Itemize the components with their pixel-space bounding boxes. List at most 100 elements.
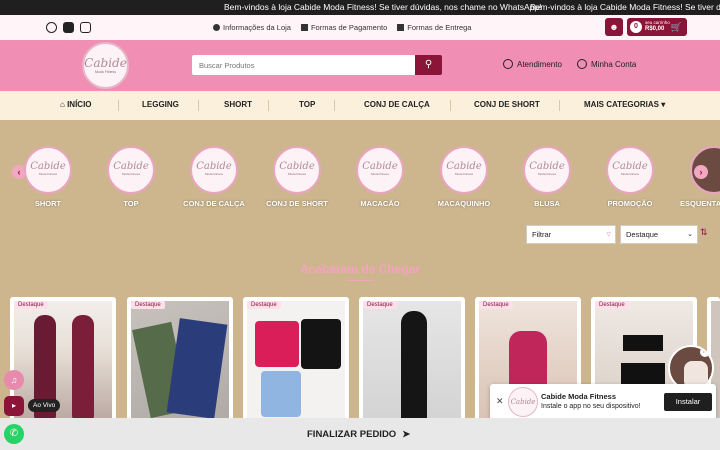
product-card[interactable]: Destaque	[243, 297, 349, 422]
product-badge: Destaque	[363, 301, 397, 309]
product-image	[363, 301, 461, 422]
nav-item-mais-categorias[interactable]: MAIS CATEGORIAS ▾	[584, 100, 665, 109]
app-logo-text: Cabide	[510, 398, 536, 406]
facebook-icon[interactable]	[63, 22, 74, 33]
store-info-links: Informações da Loja Formas de Pagamento …	[213, 23, 471, 32]
product-badge: Destaque	[595, 301, 629, 309]
payment-methods-link[interactable]: Formas de Pagamento	[300, 23, 388, 32]
search-button[interactable]: ⚲	[415, 55, 442, 75]
finalize-order-button[interactable]: FINALIZAR PEDIDO ➤	[307, 429, 410, 440]
cart-icon: 🛒	[670, 22, 682, 32]
product-card[interactable]: Destaque	[359, 297, 465, 422]
circle-logo-text: Cabide	[30, 161, 66, 172]
category-circle[interactable]: Cabide Moda Fitness	[606, 146, 654, 194]
category-label[interactable]: ESQUENTA	[680, 199, 720, 208]
shipping-methods-link[interactable]: Formas de Entrega	[397, 23, 471, 32]
search-icon: ⚲	[424, 59, 433, 70]
sort-order-icon[interactable]: ⇅	[700, 227, 708, 238]
install-button[interactable]: Instalar	[664, 393, 712, 411]
product-badge: Destaque	[131, 301, 165, 309]
section-divider	[346, 280, 374, 281]
circle-logo-sub: Moda Fitness	[620, 172, 639, 176]
user-button[interactable]: ☻	[605, 18, 623, 36]
finalize-order-label: FINALIZAR PEDIDO	[307, 429, 397, 440]
circle-logo-sub: Moda Fitness	[370, 172, 389, 176]
live-label[interactable]: Ao Vivo	[28, 399, 61, 412]
chevron-down-icon: ⌄	[687, 231, 693, 238]
category-circle[interactable]: Cabide Moda Fitness	[440, 146, 488, 194]
sort-select[interactable]: Destaque ⌄	[620, 225, 698, 244]
circle-logo-text: Cabide	[362, 161, 398, 172]
circle-logo-text: Cabide	[196, 161, 232, 172]
atendimento-link[interactable]: Atendimento	[503, 59, 562, 69]
filter-label: Filtrar	[532, 230, 552, 239]
product-card[interactable]: Destaque	[10, 297, 116, 422]
minha-conta-link[interactable]: Minha Conta	[577, 59, 636, 69]
product-card[interactable]: Destaque	[127, 297, 233, 422]
bell-icon: ♫	[10, 375, 18, 385]
close-icon[interactable]: ✕	[700, 347, 710, 357]
category-label[interactable]: CONJ DE SHORT	[257, 199, 337, 208]
install-app-banner: ✕ Cabide Cabide Moda Fitness Instale o a…	[490, 384, 716, 420]
store-info-link[interactable]: Informações da Loja	[213, 23, 291, 32]
nav-divider	[268, 100, 269, 111]
circle-logo-sub: Moda Fitness	[121, 172, 140, 176]
live-icon: ▸	[11, 401, 16, 410]
cart-count-badge: 0	[630, 21, 642, 33]
whatsapp-icon	[503, 59, 513, 69]
nav-divider	[559, 100, 560, 111]
category-label[interactable]: MACACÃO	[340, 199, 420, 208]
close-icon[interactable]: ✕	[496, 396, 504, 407]
announcement-text-repeat: Bem-vindos à loja Cabide Moda Fitness! S…	[530, 2, 720, 12]
nav-item-inicio[interactable]: ⌂ INÍCIO	[60, 100, 92, 109]
nav-divider	[334, 100, 335, 111]
store-logo[interactable]: Cabide Moda Fitness	[82, 42, 129, 89]
nav-label: MAIS CATEGORIAS	[584, 100, 659, 109]
category-label[interactable]: CONJ DE CALÇA	[174, 199, 254, 208]
nav-item-conj-short[interactable]: CONJ DE SHORT	[474, 100, 540, 109]
logo-text: Cabide	[84, 56, 127, 70]
category-label[interactable]: MACAQUINHO	[424, 199, 504, 208]
payment-methods-label: Formas de Pagamento	[310, 23, 388, 32]
search-bar: ⚲	[192, 55, 442, 75]
category-circle[interactable]: Cabide Moda Fitness	[273, 146, 321, 194]
product-image	[247, 301, 345, 422]
product-badge: Destaque	[247, 301, 281, 309]
finalize-order-bar[interactable]: FINALIZAR PEDIDO ➤	[0, 418, 720, 450]
product-image	[131, 301, 229, 422]
category-label[interactable]: PROMOÇÃO	[590, 199, 670, 208]
category-label[interactable]: BLUSA	[507, 199, 587, 208]
info-icon	[213, 24, 220, 31]
nav-divider	[198, 100, 199, 111]
carousel-next-arrow[interactable]: ›	[694, 165, 708, 179]
category-circle[interactable]: Cabide Moda Fitness	[190, 146, 238, 194]
filter-button[interactable]: Filtrar ▿	[526, 225, 616, 244]
send-icon: ➤	[402, 429, 411, 440]
circle-logo-sub: Moda Fitness	[537, 172, 556, 176]
cart-button[interactable]: 0 seu carrinho R$0,00 🛒	[627, 18, 687, 36]
category-label[interactable]: SHORT	[8, 199, 88, 208]
category-circle[interactable]: Cabide Moda Fitness	[107, 146, 155, 194]
category-circle[interactable]: Cabide Moda Fitness	[24, 146, 72, 194]
live-button[interactable]: ▸	[4, 396, 24, 416]
instagram-icon[interactable]	[80, 22, 91, 33]
nav-item-legging[interactable]: LEGGING	[142, 100, 179, 109]
circle-logo-text: Cabide	[612, 161, 648, 172]
whatsapp-icon[interactable]	[46, 22, 57, 33]
category-label[interactable]: TOP	[91, 199, 171, 208]
nav-divider	[450, 100, 451, 111]
section-title: Acabaram de Chegar	[299, 262, 421, 276]
nav-item-short[interactable]: SHORT	[224, 100, 252, 109]
search-input[interactable]	[192, 55, 415, 75]
user-icon	[577, 59, 587, 69]
announcement-bar: Bem-vindos à loja Cabide Moda Fitness! S…	[0, 0, 720, 15]
category-circle[interactable]: Cabide Moda Fitness	[523, 146, 571, 194]
circle-logo-text: Cabide	[113, 161, 149, 172]
nav-item-top[interactable]: TOP	[299, 100, 315, 109]
nav-item-conj-calca[interactable]: CONJ DE CALÇA	[364, 100, 430, 109]
circle-logo-sub: Moda Fitness	[287, 172, 306, 176]
app-name: Cabide Moda Fitness	[541, 392, 617, 401]
notification-bell-button[interactable]: ♫	[4, 370, 24, 390]
category-circle[interactable]: Cabide Moda Fitness	[356, 146, 404, 194]
whatsapp-floating-button[interactable]: ✆	[4, 424, 24, 444]
